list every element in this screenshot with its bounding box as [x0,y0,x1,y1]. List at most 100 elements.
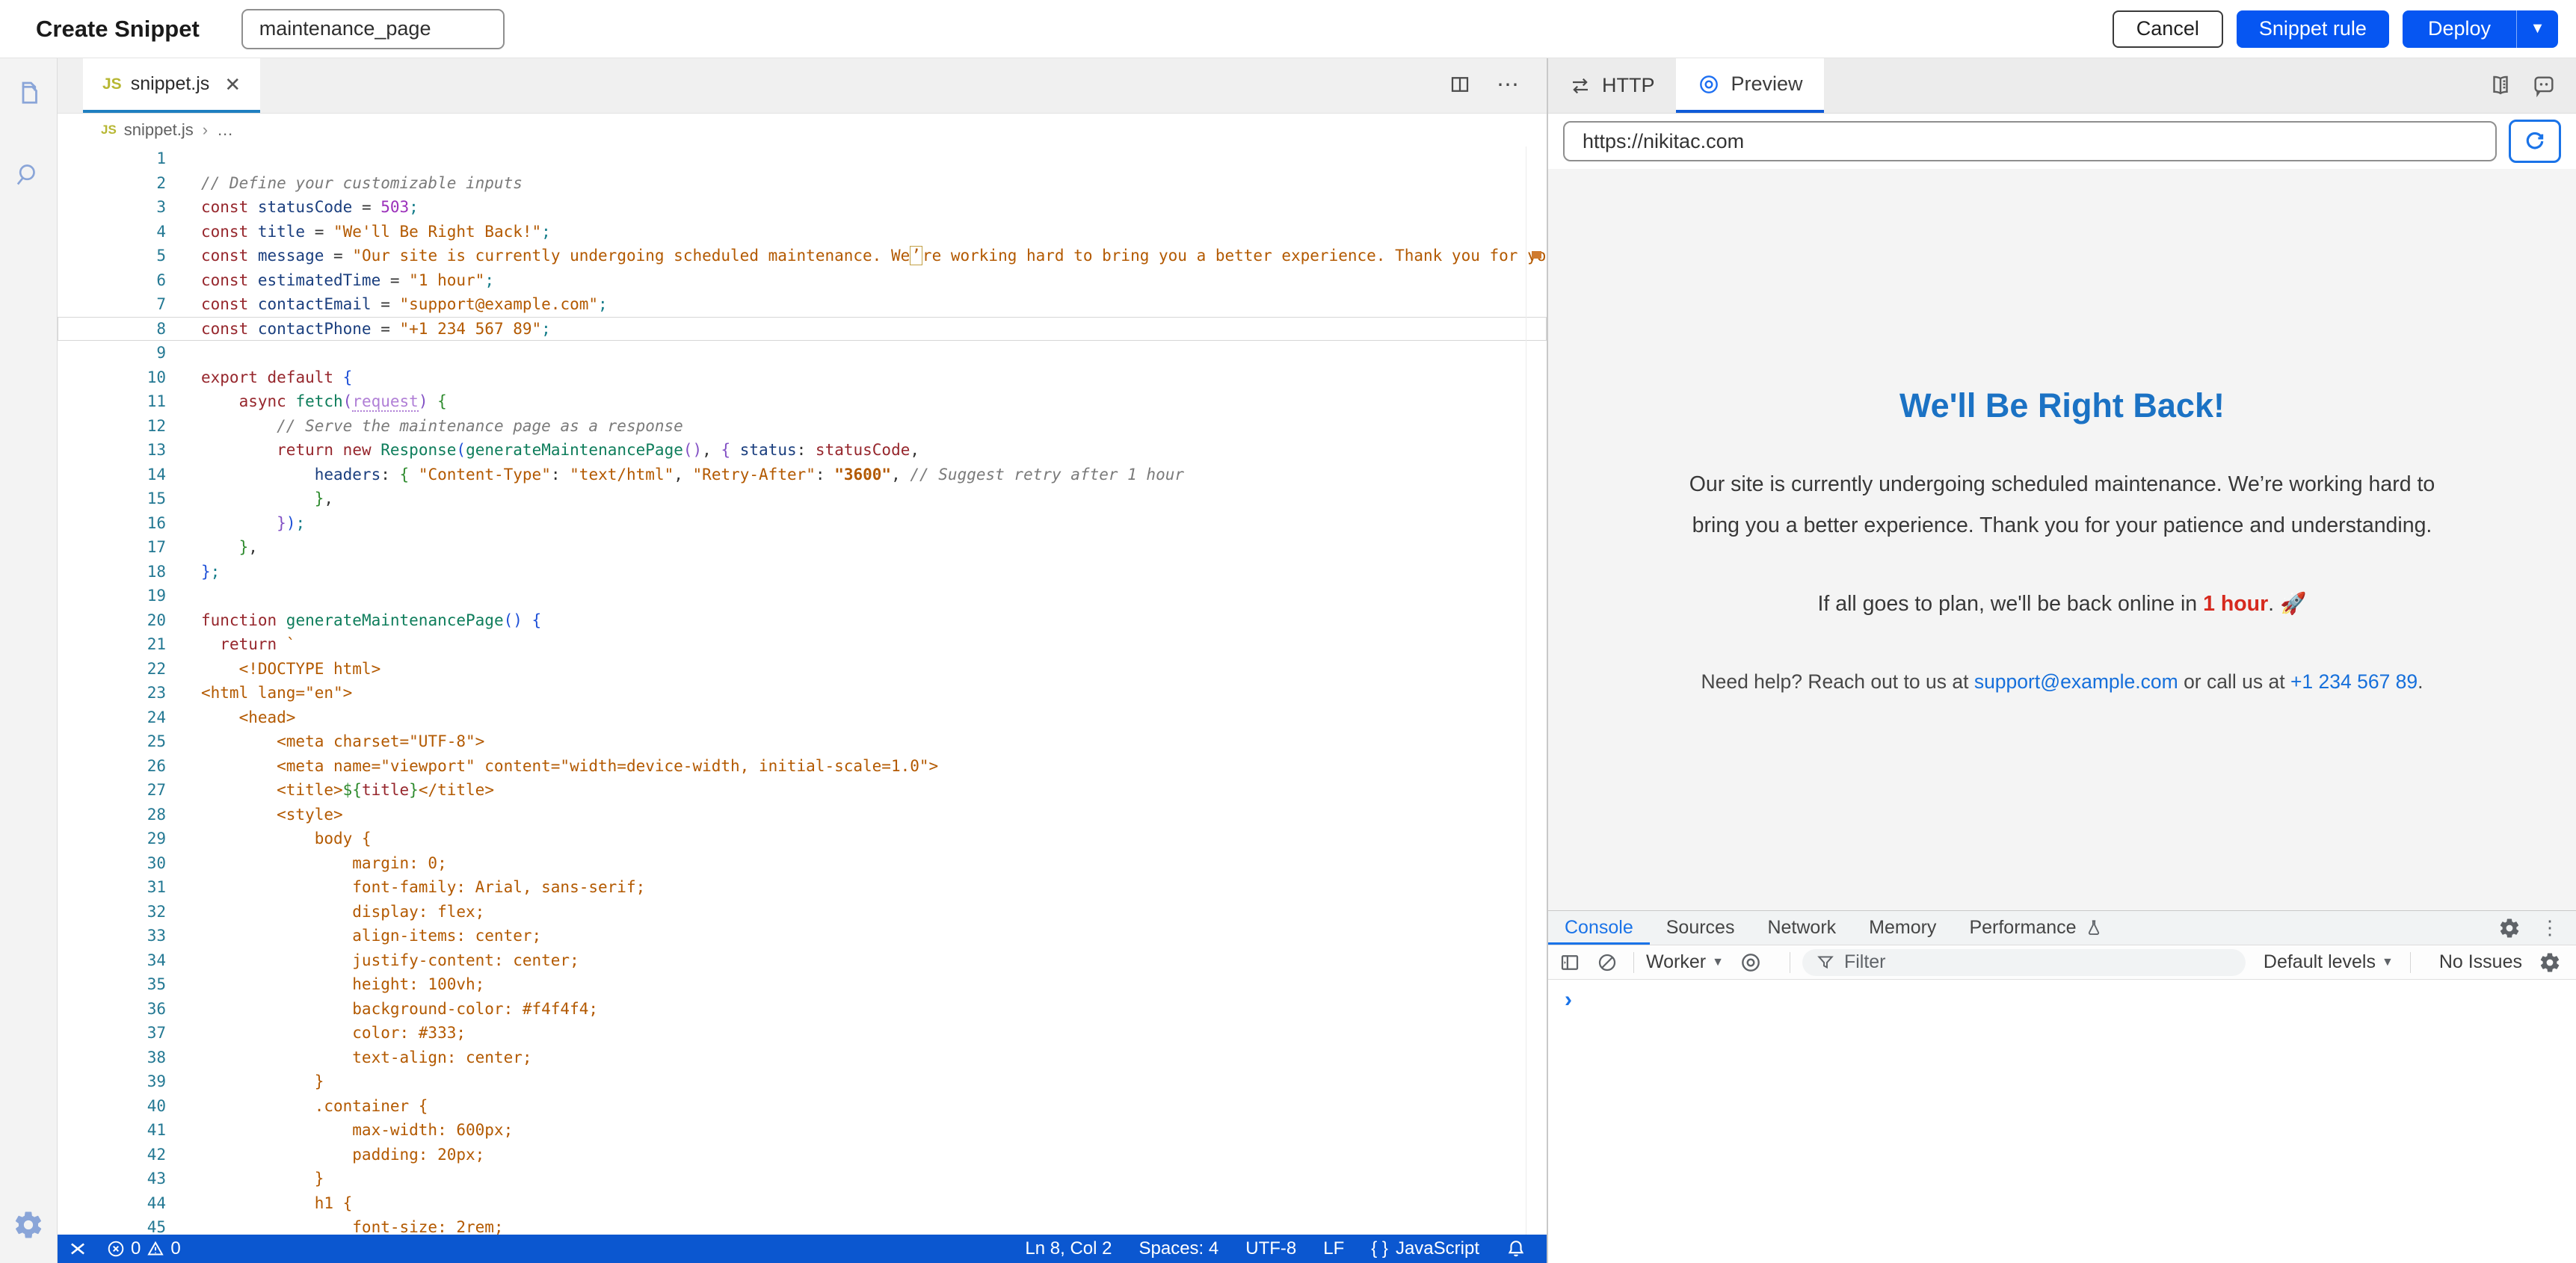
console-output[interactable]: › [1548,980,2576,1263]
console-tab-sources[interactable]: Sources [1650,911,1751,945]
code-line[interactable]: 12 // Serve the maintenance page as a re… [58,414,1547,439]
issues-counter[interactable]: No Issues [2439,951,2522,973]
code-line[interactable]: 31 font-family: Arial, sans-serif; [58,875,1547,900]
encoding[interactable]: UTF-8 [1245,1238,1296,1259]
discord-icon[interactable] [2531,73,2557,99]
code-line[interactable]: 8const contactPhone = "+1 234 567 89"; [58,317,1547,342]
code-line[interactable]: 23<html lang="en"> [58,681,1547,705]
console-filter-input[interactable]: Filter [1802,949,2246,976]
code-line-text: }, [166,535,258,560]
console-settings-gear-icon[interactable] [2539,951,2561,974]
code-line[interactable]: 14 headers: { "Content-Type": "text/html… [58,463,1547,487]
eol-sequence[interactable]: LF [1323,1238,1344,1259]
code-line[interactable]: 36 background-color: #f4f4f4; [58,997,1547,1022]
code-line[interactable]: 34 justify-content: center; [58,948,1547,973]
indentation[interactable]: Spaces: 4 [1139,1238,1219,1259]
context-selector[interactable]: Worker ▼ [1646,951,1724,973]
code-line[interactable]: 10export default { [58,365,1547,390]
code-line[interactable]: 17 }, [58,535,1547,560]
remote-indicator-icon[interactable] [68,1239,87,1259]
code-line[interactable]: 21 return ` [58,632,1547,657]
code-line[interactable]: 22 <!DOCTYPE html> [58,657,1547,682]
more-actions-icon[interactable]: ⋯ [1497,72,1521,98]
cancel-button[interactable]: Cancel [2113,10,2223,48]
console-tab-console[interactable]: Console [1548,911,1650,945]
language-mode[interactable]: JavaScript [1396,1238,1479,1259]
code-line[interactable]: 11 async fetch(request) { [58,389,1547,414]
line-number: 37 [58,1021,166,1046]
code-line[interactable]: 33 align-items: center; [58,924,1547,948]
code-line[interactable]: 38 text-align: center; [58,1046,1547,1070]
code-editor[interactable]: 12// Define your customizable inputs3con… [58,146,1547,1235]
code-line[interactable]: 5const message = "Our site is currently … [58,244,1547,268]
code-line[interactable]: 18}; [58,560,1547,584]
live-expression-eye-icon[interactable] [1739,951,1763,975]
code-line[interactable]: 4const title = "We'll Be Right Back!"; [58,220,1547,244]
tab-snippet-js[interactable]: JS snippet.js ✕ [83,58,260,113]
code-line[interactable]: 1 [58,146,1547,171]
cursor-position[interactable]: Ln 8, Col 2 [1025,1238,1112,1259]
settings-gear-icon[interactable] [13,1209,44,1241]
tab-label: snippet.js [131,73,210,95]
devtools-settings-gear-icon[interactable] [2498,917,2521,939]
code-line[interactable]: 44 h1 { [58,1191,1547,1216]
code-line-text: <!DOCTYPE html> [166,657,380,682]
log-levels-dropdown[interactable]: Default levels ▼ [2264,951,2394,973]
code-line[interactable]: 35 height: 100vh; [58,972,1547,997]
code-line[interactable]: 43 } [58,1167,1547,1191]
editor-scrollbar[interactable] [1526,146,1547,1235]
code-line[interactable]: 37 color: #333; [58,1021,1547,1046]
breadcrumb[interactable]: JS snippet.js › … [58,114,1547,146]
search-icon[interactable] [13,160,43,190]
code-line[interactable]: 9 [58,341,1547,365]
code-line[interactable]: 26 <meta name="viewport" content="width=… [58,754,1547,779]
clear-console-icon[interactable] [1596,951,1618,974]
code-line[interactable]: 15 }, [58,487,1547,511]
snippet-name-input[interactable] [241,9,505,49]
console-sidebar-toggle-icon[interactable] [1559,951,1581,974]
console-tab-memory[interactable]: Memory [1852,911,1953,945]
code-line[interactable]: 24 <head> [58,705,1547,730]
code-line[interactable]: 3const statusCode = 503; [58,195,1547,220]
more-options-kebab-icon[interactable]: ⋮ [2540,916,2560,939]
split-editor-icon[interactable] [1449,73,1471,96]
code-line-text: const estimatedTime = "1 hour"; [166,268,494,293]
code-line[interactable]: 19 [58,584,1547,608]
close-icon[interactable]: ✕ [224,75,241,94]
problems-indicator[interactable]: 0 0 [107,1238,181,1259]
code-line[interactable]: 45 font-size: 2rem; [58,1215,1547,1235]
code-line[interactable]: 42 padding: 20px; [58,1143,1547,1167]
code-line-text: <meta charset="UTF-8"> [166,729,484,754]
email-link[interactable]: support@example.com [1974,670,2178,693]
code-line[interactable]: 41 max-width: 600px; [58,1118,1547,1143]
notifications-bell-icon[interactable] [1506,1239,1526,1259]
code-line[interactable]: 6const estimatedTime = "1 hour"; [58,268,1547,293]
deploy-caret-button[interactable]: ▼ [2516,10,2558,48]
docs-book-icon[interactable] [2488,73,2513,99]
console-tab-network[interactable]: Network [1751,911,1852,945]
refresh-button[interactable] [2509,120,2561,163]
code-line[interactable]: 40 .container { [58,1094,1547,1119]
line-number: 43 [58,1167,166,1191]
code-line[interactable]: 16 }); [58,511,1547,536]
code-line[interactable]: 30 margin: 0; [58,851,1547,876]
deploy-button[interactable]: Deploy [2403,10,2516,48]
code-line[interactable]: 2// Define your customizable inputs [58,171,1547,196]
code-line[interactable]: 7const contactEmail = "support@example.c… [58,292,1547,317]
code-line[interactable]: 29 body { [58,827,1547,851]
code-line[interactable]: 32 display: flex; [58,900,1547,924]
code-line[interactable]: 13 return new Response(generateMaintenan… [58,438,1547,463]
code-line[interactable]: 20function generateMaintenancePage() { [58,608,1547,633]
tab-http[interactable]: HTTP [1548,58,1676,113]
files-icon[interactable] [13,78,44,109]
phone-link[interactable]: +1 234 567 89 [2290,670,2418,693]
code-line[interactable]: 25 <meta charset="UTF-8"> [58,729,1547,754]
console-tab-performance[interactable]: Performance [1953,911,2119,945]
code-line[interactable]: 28 <style> [58,803,1547,827]
tab-preview[interactable]: Preview [1676,58,1824,113]
line-number: 23 [58,681,166,705]
code-line[interactable]: 39 } [58,1069,1547,1094]
code-line[interactable]: 27 <title>${title}</title> [58,778,1547,803]
url-input[interactable] [1563,121,2497,161]
snippet-rule-button[interactable]: Snippet rule [2237,10,2389,48]
